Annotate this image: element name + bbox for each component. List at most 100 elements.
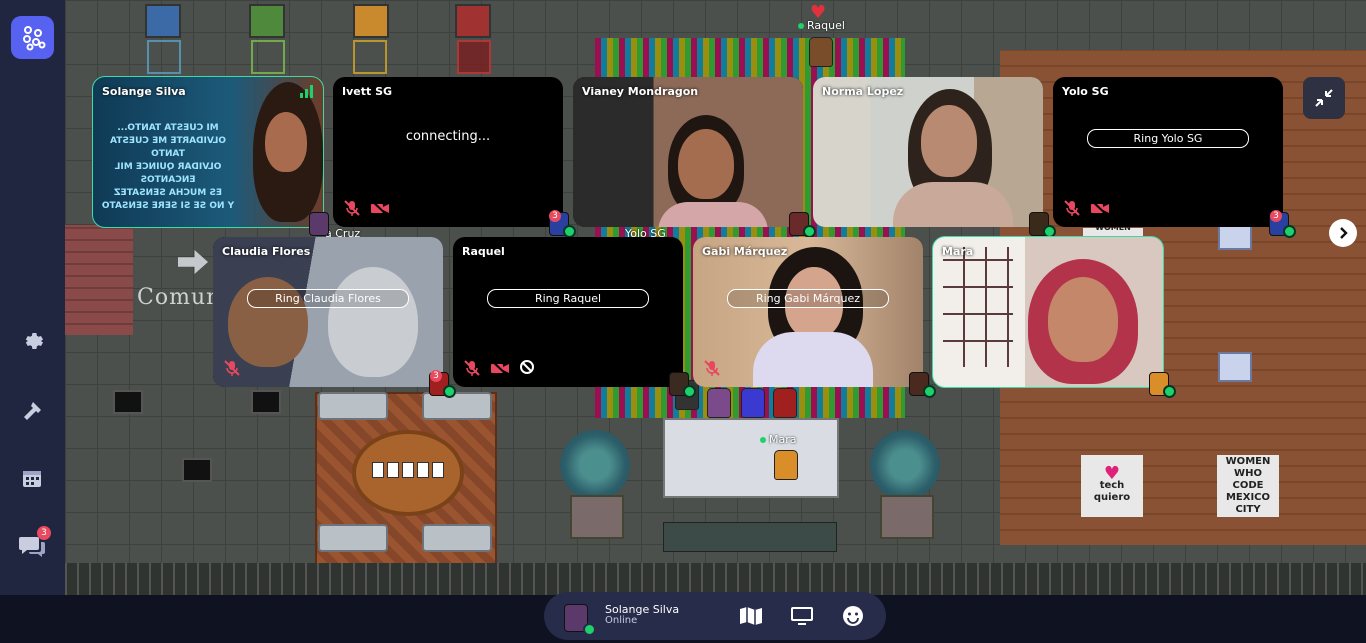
ring-claudia-flores-button[interactable]: Ring Claudia Flores [247, 289, 409, 308]
mic-off-icon [463, 359, 481, 377]
player-name-text: Mara [769, 433, 797, 446]
video-tile-norma-lopez[interactable]: Norma Lopez [813, 77, 1043, 227]
tile-media-icons [343, 199, 390, 217]
tree [870, 430, 940, 500]
tile-name-label: Vianey Mondragon [582, 85, 699, 98]
tile-name-label: Yolo SG [1062, 85, 1109, 98]
person-face [265, 112, 307, 172]
player-avatar-mara[interactable] [774, 450, 798, 480]
video-tile-mara[interactable]: Mara [932, 236, 1164, 388]
map-icon[interactable] [739, 604, 763, 628]
online-status-dot [1283, 225, 1296, 238]
camera-off-icon [370, 199, 390, 217]
table [1218, 352, 1252, 382]
tile-media-icons [703, 359, 721, 377]
player-name-mara: Mara [760, 433, 797, 446]
poker-table[interactable] [352, 430, 464, 516]
calendar-icon[interactable] [16, 462, 48, 494]
tech-quiero-sign: ♥ tech quiero [1081, 455, 1143, 517]
tile-name-label: Raquel [462, 245, 505, 258]
arrow-right-icon [178, 250, 208, 274]
tree-planter [570, 495, 624, 539]
ring-raquel-button[interactable]: Ring Raquel [487, 289, 649, 308]
settings-gear-icon[interactable] [16, 325, 48, 357]
tile-avatar [309, 212, 329, 236]
online-dot [798, 22, 804, 29]
person-shirt [658, 202, 768, 227]
player-avatar[interactable] [773, 388, 797, 418]
color-tile-green [251, 40, 285, 74]
online-status-dot [443, 385, 456, 398]
sign-text: tech quiero [1093, 480, 1131, 503]
avatar-badge: 3 [430, 370, 442, 382]
video-tile-claudia-flores[interactable]: Claudia Flores Ring Claudia Flores [213, 237, 443, 387]
tv-monitor [251, 390, 281, 414]
sofa [422, 392, 492, 420]
ring-yolo-sg-button[interactable]: Ring Yolo SG [1087, 129, 1249, 148]
chat-unread-badge: 3 [37, 526, 51, 540]
online-status-dot [583, 623, 596, 636]
women-who-code-sign: WOMEN WHO CODE MEXICO CITY [1217, 455, 1279, 517]
sofa [318, 392, 388, 420]
camera-off-icon [1090, 199, 1110, 217]
video-tile-ivett-sg[interactable]: Ivett SG connecting... [333, 77, 563, 227]
shoji-screen [943, 247, 1013, 367]
online-dot [760, 436, 766, 443]
mic-off-icon [1063, 199, 1081, 217]
tv-monitor [113, 390, 143, 414]
blocked-icon [519, 359, 535, 377]
minimize-videos-icon[interactable] [1303, 77, 1345, 119]
emoji-smile-icon[interactable] [841, 604, 865, 628]
player-avatar[interactable] [741, 388, 765, 418]
arcade-machine-green[interactable] [249, 4, 285, 38]
next-page-chevron-icon[interactable] [1329, 219, 1357, 247]
dj-booth[interactable] [663, 418, 839, 498]
online-status-dot [1163, 385, 1176, 398]
screen-share-icon[interactable] [790, 604, 814, 628]
player-name-raquel: Raquel [798, 19, 845, 32]
color-tile-blue [147, 40, 181, 74]
mic-off-icon [703, 359, 721, 377]
avatar-badge: 3 [1270, 210, 1282, 222]
video-tile-yolo-sg[interactable]: Yolo SG Ring Yolo SG [1053, 77, 1283, 227]
tile-media-icons [463, 359, 535, 377]
mic-off-icon [343, 199, 361, 217]
fence [65, 563, 1366, 595]
person-shirt [753, 332, 873, 387]
arcade-machine-blue[interactable] [145, 4, 181, 38]
sofa [318, 524, 388, 552]
gather-logo-icon[interactable] [11, 16, 54, 59]
video-tile-raquel[interactable]: Raquel Ring Raquel [453, 237, 683, 387]
person-face [921, 105, 977, 177]
color-tile-red [457, 40, 491, 74]
tree [560, 430, 630, 500]
stage-platform [663, 522, 837, 552]
tile-name-label: Ivett SG [342, 85, 393, 98]
sofa [422, 524, 492, 552]
ring-gabi-marquez-button[interactable]: Ring Gabi Márquez [727, 289, 889, 308]
arcade-machine-red[interactable] [455, 4, 491, 38]
user-status: Online [605, 615, 638, 626]
brick-wall [65, 225, 133, 335]
logo-dots-icon [22, 25, 45, 50]
tv-monitor [182, 458, 212, 482]
player-name-text: Raquel [807, 19, 845, 32]
tile-name-label: Claudia Flores [222, 245, 311, 258]
person-face [1048, 277, 1118, 362]
build-hammer-icon[interactable] [16, 395, 48, 427]
mic-off-icon [223, 359, 241, 377]
video-tile-gabi-marquez[interactable]: Gabi Márquez Ring Gabi Márquez [693, 237, 923, 387]
user-status-pill[interactable]: Solange Silva Online [544, 592, 886, 640]
player-avatar[interactable] [707, 388, 731, 418]
color-tile-yellow [353, 40, 387, 74]
tile-media-icons [1063, 199, 1110, 217]
signal-strength-icon [300, 85, 313, 98]
video-tile-solange-silva[interactable]: MI CUESTA TANTO... OLVIDARTE ME CUESTA TA… [92, 76, 324, 228]
video-tile-vianey-mondragon[interactable]: Vianey Mondragon [573, 77, 803, 227]
camera-off-icon [490, 359, 510, 377]
arcade-machine-orange[interactable] [353, 4, 389, 38]
heart-icon: ♥ [1103, 463, 1121, 484]
tile-name-label: Solange Silva [102, 85, 186, 98]
player-avatar-raquel[interactable] [809, 37, 833, 67]
tile-name-label: Mara [942, 245, 974, 258]
